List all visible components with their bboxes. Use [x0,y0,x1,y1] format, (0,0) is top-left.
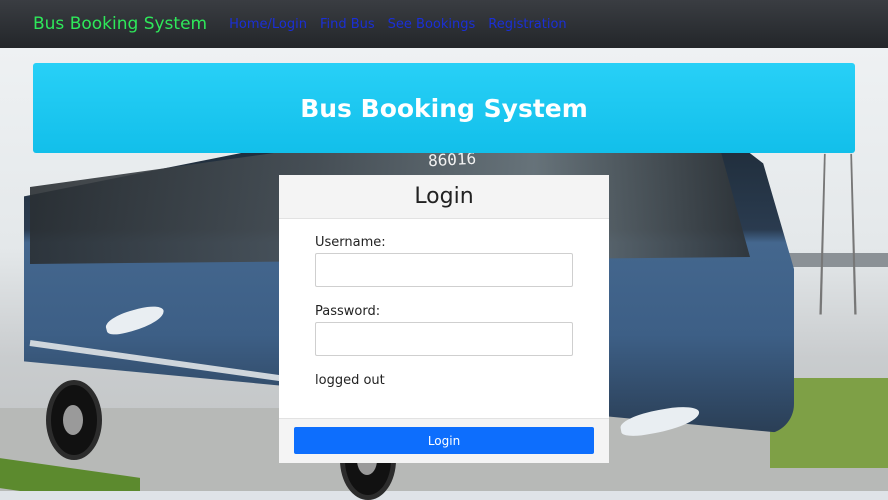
password-label: Password: [315,304,381,319]
username-input[interactable] [315,253,573,287]
login-title: Login [414,184,474,209]
power-tower [819,153,857,315]
password-input[interactable] [315,322,573,356]
nav-link-registration[interactable]: Registration [488,17,566,32]
login-card: Login Username: Password: logged out Log… [279,175,609,463]
login-status-text: logged out [315,373,385,388]
nav-link-see-bookings[interactable]: See Bookings [388,17,476,32]
nav-link-find-bus[interactable]: Find Bus [320,17,375,32]
navbar: Bus Booking System Home/Login Find Bus S… [0,0,888,48]
login-card-header: Login [279,175,609,219]
header-banner: Bus Booking System [33,63,855,153]
banner-title: Bus Booking System [300,93,588,123]
nav-link-home-login[interactable]: Home/Login [229,17,307,32]
brand-logo-text[interactable]: Bus Booking System [33,14,207,34]
username-label: Username: [315,235,386,250]
login-button[interactable]: Login [294,427,594,454]
bus-wheel-rear [46,380,102,460]
login-card-footer: Login [279,418,609,463]
